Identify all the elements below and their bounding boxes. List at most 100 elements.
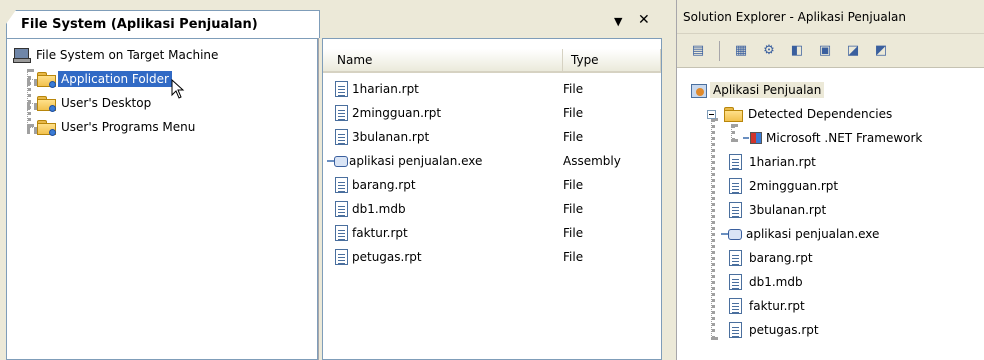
file-list-view: Name Type 1harian.rpt File 2mingguan.rpt… — [322, 38, 662, 360]
file-name: 1harian.rpt — [749, 155, 816, 169]
file-type: File — [563, 106, 584, 120]
properties-icon[interactable]: ▤ — [687, 40, 709, 62]
folder-icon — [37, 72, 56, 88]
file-system-editor-window: File System (Aplikasi Penjualan) ▼ ✕ Fil… — [0, 0, 668, 360]
file-type: File — [563, 202, 584, 216]
file-name: 3bulanan.rpt — [352, 130, 430, 144]
file-name: faktur.rpt — [749, 299, 805, 313]
project-node[interactable]: Aplikasi Penjualan — [691, 78, 825, 102]
document-tab-file-system[interactable]: File System (Aplikasi Penjualan) — [6, 10, 320, 38]
list-item[interactable]: aplikasi penjualan.exe Assembly — [323, 149, 661, 173]
list-item[interactable]: db1.mdb File — [323, 197, 661, 221]
tab-dropdown-icon[interactable]: ▼ — [614, 15, 622, 28]
tree-item-target-machine[interactable]: File System on Target Machine — [13, 45, 221, 65]
file-type: File — [563, 130, 584, 144]
registry-editor-icon[interactable]: ⚙ — [758, 40, 780, 62]
list-item[interactable]: 2mingguan.rpt File — [323, 101, 661, 125]
document-icon — [335, 225, 348, 241]
tree-item-label: Application Folder — [58, 71, 172, 87]
file-type: File — [563, 178, 584, 192]
tree-item-label: User's Desktop — [61, 96, 152, 110]
launch-conditions-editor-icon[interactable]: ◩ — [870, 40, 892, 62]
file-name: aplikasi penjualan.exe — [746, 227, 880, 241]
file-system-tree: File System on Target Machine Applicatio… — [6, 38, 318, 360]
list-item[interactable]: 1harian.rpt File — [323, 77, 661, 101]
file-name: 2mingguan.rpt — [749, 179, 839, 193]
document-icon — [729, 154, 742, 170]
document-icon — [729, 202, 742, 218]
custom-actions-editor-icon[interactable]: ◪ — [842, 40, 864, 62]
file-name: 1harian.rpt — [352, 82, 419, 96]
list-item[interactable]: 3bulanan.rpt File — [323, 125, 661, 149]
document-icon — [335, 81, 348, 97]
file-name: aplikasi penjualan.exe — [349, 154, 483, 168]
list-item[interactable]: petugas.rpt File — [323, 245, 661, 269]
tree-connector-line — [27, 69, 31, 127]
document-icon — [335, 249, 348, 265]
dependency-name: Microsoft .NET Framework — [766, 131, 923, 145]
file-type: File — [563, 226, 584, 240]
list-item[interactable]: faktur.rpt File — [323, 221, 661, 245]
document-icon — [729, 178, 742, 194]
solution-explorer-title-bar: Solution Explorer - Aplikasi Penjualan — [677, 0, 984, 34]
file-name: db1.mdb — [749, 275, 803, 289]
solution-explorer-title: Solution Explorer - Aplikasi Penjualan — [683, 9, 906, 24]
document-icon — [335, 177, 348, 193]
folder-icon — [37, 120, 56, 136]
file-name: db1.mdb — [352, 202, 406, 216]
solution-file-item[interactable]: faktur.rpt — [729, 294, 808, 318]
solution-file-item[interactable]: 2mingguan.rpt — [729, 174, 841, 198]
file-type: File — [563, 82, 584, 96]
setup-project-icon — [691, 82, 707, 98]
solution-file-item[interactable]: 1harian.rpt — [729, 150, 819, 174]
document-icon — [335, 105, 348, 121]
solution-file-item[interactable]: 3bulanan.rpt — [729, 198, 829, 222]
assembly-icon — [327, 155, 348, 167]
file-name: barang.rpt — [352, 178, 416, 192]
tree-connector-line — [27, 127, 37, 131]
detected-dependencies-node[interactable]: Detected Dependencies — [707, 102, 895, 126]
file-system-editor-icon[interactable]: ▦ — [730, 40, 752, 62]
document-icon — [335, 129, 348, 145]
file-type: File — [563, 250, 584, 264]
folder-icon — [37, 96, 56, 112]
toolbar-separator — [719, 40, 720, 61]
tree-connector-line — [711, 118, 715, 340]
solution-file-item[interactable]: db1.mdb — [729, 270, 806, 294]
solution-file-item[interactable]: petugas.rpt — [729, 318, 822, 342]
tree-connector-line — [27, 103, 37, 107]
column-header-type[interactable]: Type — [563, 49, 661, 73]
file-type: Assembly — [563, 154, 621, 168]
tree-item-users-desktop[interactable]: User's Desktop — [37, 93, 154, 113]
file-name: 3bulanan.rpt — [749, 203, 827, 217]
file-types-editor-icon[interactable]: ◧ — [786, 40, 808, 62]
solution-file-item[interactable]: aplikasi penjualan.exe — [721, 222, 882, 246]
tree-item-label: File System on Target Machine — [36, 48, 219, 62]
tree-connector-line — [731, 124, 735, 142]
project-name: Aplikasi Penjualan — [710, 82, 825, 98]
document-tab-title: File System (Aplikasi Penjualan) — [21, 17, 258, 32]
folder-open-icon — [724, 107, 743, 122]
file-name: barang.rpt — [749, 251, 813, 265]
merge-module-icon — [743, 132, 762, 144]
tree-connector-line — [27, 79, 37, 83]
tree-item-application-folder[interactable]: Application Folder — [37, 69, 172, 89]
document-icon — [335, 201, 348, 217]
tab-close-icon[interactable]: ✕ — [638, 12, 650, 28]
user-interface-editor-icon[interactable]: ▣ — [814, 40, 836, 62]
tree-item-users-programs-menu[interactable]: User's Programs Menu — [37, 117, 198, 137]
solution-explorer-panel: Solution Explorer - Aplikasi Penjualan ▤… — [676, 0, 984, 360]
tree-item-label: User's Programs Menu — [61, 120, 196, 134]
document-icon — [729, 298, 742, 314]
mouse-cursor-icon — [171, 79, 185, 99]
column-header-name[interactable]: Name — [323, 49, 563, 73]
computer-icon — [13, 48, 31, 63]
dependency-item[interactable]: Microsoft .NET Framework — [743, 126, 925, 150]
folder-name: Detected Dependencies — [748, 107, 893, 121]
solution-file-item[interactable]: barang.rpt — [729, 246, 816, 270]
file-name: 2mingguan.rpt — [352, 106, 442, 120]
document-tab-strip: File System (Aplikasi Penjualan) ▼ ✕ — [0, 0, 668, 38]
list-item[interactable]: barang.rpt File — [323, 173, 661, 197]
collapse-icon[interactable] — [707, 109, 716, 119]
document-icon — [729, 250, 742, 266]
